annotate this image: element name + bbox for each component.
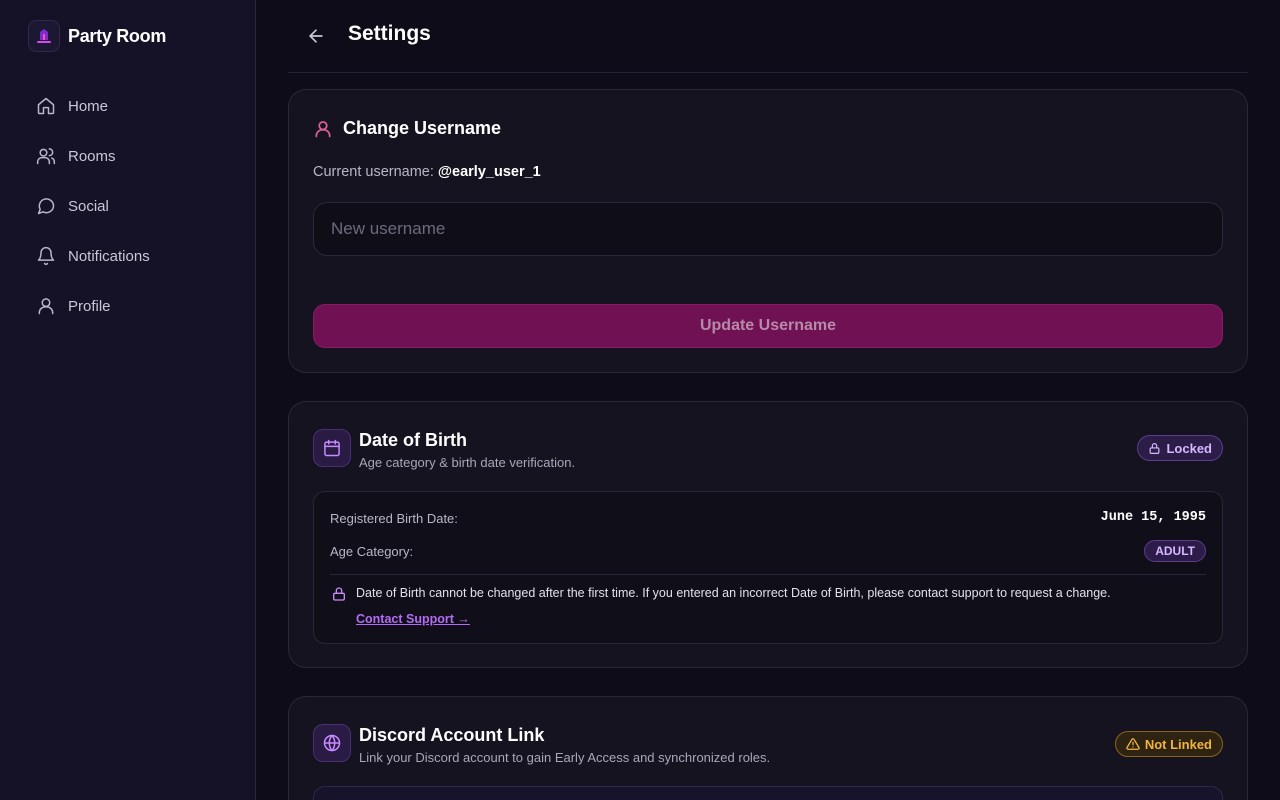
birth-date-label: Registered Birth Date: bbox=[330, 511, 458, 526]
sidebar-item-label: Rooms bbox=[68, 147, 116, 165]
current-username-value: @early_user_1 bbox=[437, 164, 541, 180]
locked-badge: Locked bbox=[1137, 435, 1223, 461]
locked-badge-label: Locked bbox=[1166, 440, 1212, 456]
sidebar-item-notifications[interactable]: Notifications bbox=[36, 244, 150, 268]
discord-link-card: Discord Account Link Link your Discord a… bbox=[288, 696, 1248, 800]
home-icon bbox=[37, 97, 55, 115]
users-icon bbox=[36, 148, 56, 165]
change-username-header: Change Username bbox=[313, 118, 501, 139]
sidebar-nav: Home Rooms Social Notifications Profile bbox=[36, 94, 150, 344]
globe-icon bbox=[323, 734, 341, 752]
sidebar-item-rooms[interactable]: Rooms bbox=[36, 144, 150, 168]
chat-bubble-icon bbox=[37, 198, 55, 215]
globe-icon-box bbox=[313, 724, 351, 762]
divider bbox=[330, 574, 1206, 575]
dob-subtitle: Age category & birth date verification. bbox=[359, 455, 576, 470]
sidebar-item-social[interactable]: Social bbox=[36, 194, 150, 218]
change-username-card: Change Username Current username: @early_… bbox=[288, 89, 1248, 373]
discord-title: Discord Account Link bbox=[359, 725, 545, 745]
current-username: Current username: @early_user_1 bbox=[313, 164, 541, 180]
sidebar-item-label: Social bbox=[68, 197, 109, 215]
sidebar: Party Room Home Rooms Social Notificatio… bbox=[0, 0, 256, 800]
age-category-label: Age Category: bbox=[330, 544, 414, 559]
not-linked-badge: Not Linked bbox=[1114, 731, 1223, 757]
discord-panel bbox=[313, 786, 1223, 800]
back-button[interactable] bbox=[306, 26, 326, 46]
brand[interactable]: Party Room bbox=[28, 20, 166, 52]
sidebar-item-label: Home bbox=[68, 97, 109, 115]
date-of-birth-card: Date of Birth Age category & birth date … bbox=[288, 401, 1248, 668]
user-icon bbox=[315, 120, 331, 137]
warning-triangle-icon bbox=[1126, 738, 1140, 750]
discord-subtitle: Link your Discord account to gain Early … bbox=[359, 750, 771, 765]
bell-icon bbox=[37, 246, 55, 266]
change-username-title: Change Username bbox=[343, 118, 502, 138]
calendar-icon-box bbox=[313, 429, 351, 467]
dob-notice: Date of Birth cannot be changed after th… bbox=[356, 586, 1111, 600]
lock-icon bbox=[1150, 442, 1160, 454]
dob-details-panel: Registered Birth Date: June 15, 1995 Age… bbox=[313, 491, 1223, 644]
sidebar-item-profile[interactable]: Profile bbox=[36, 294, 150, 318]
birth-date-value: June 15, 1995 bbox=[1100, 510, 1206, 525]
dob-title: Date of Birth bbox=[359, 430, 467, 450]
sidebar-item-label: Notifications bbox=[68, 247, 150, 265]
update-username-button[interactable]: Update Username bbox=[313, 304, 1223, 348]
sidebar-item-label: Profile bbox=[68, 297, 111, 315]
calendar-icon bbox=[324, 439, 340, 457]
page-title: Settings bbox=[348, 22, 431, 45]
age-category-badge: ADULT bbox=[1144, 540, 1206, 562]
contact-support-link[interactable]: Contact Support → bbox=[356, 612, 470, 626]
arrow-left-icon bbox=[309, 29, 323, 43]
user-icon bbox=[38, 298, 54, 315]
current-username-label: Current username: bbox=[313, 164, 434, 180]
new-username-input[interactable] bbox=[313, 202, 1223, 256]
app-name: Party Room bbox=[68, 25, 167, 46]
sidebar-item-home[interactable]: Home bbox=[36, 94, 150, 118]
page-header: Settings bbox=[288, 0, 1248, 73]
not-linked-badge-label: Not Linked bbox=[1144, 736, 1212, 752]
lock-icon bbox=[333, 587, 345, 601]
party-room-logo-icon bbox=[28, 20, 60, 52]
